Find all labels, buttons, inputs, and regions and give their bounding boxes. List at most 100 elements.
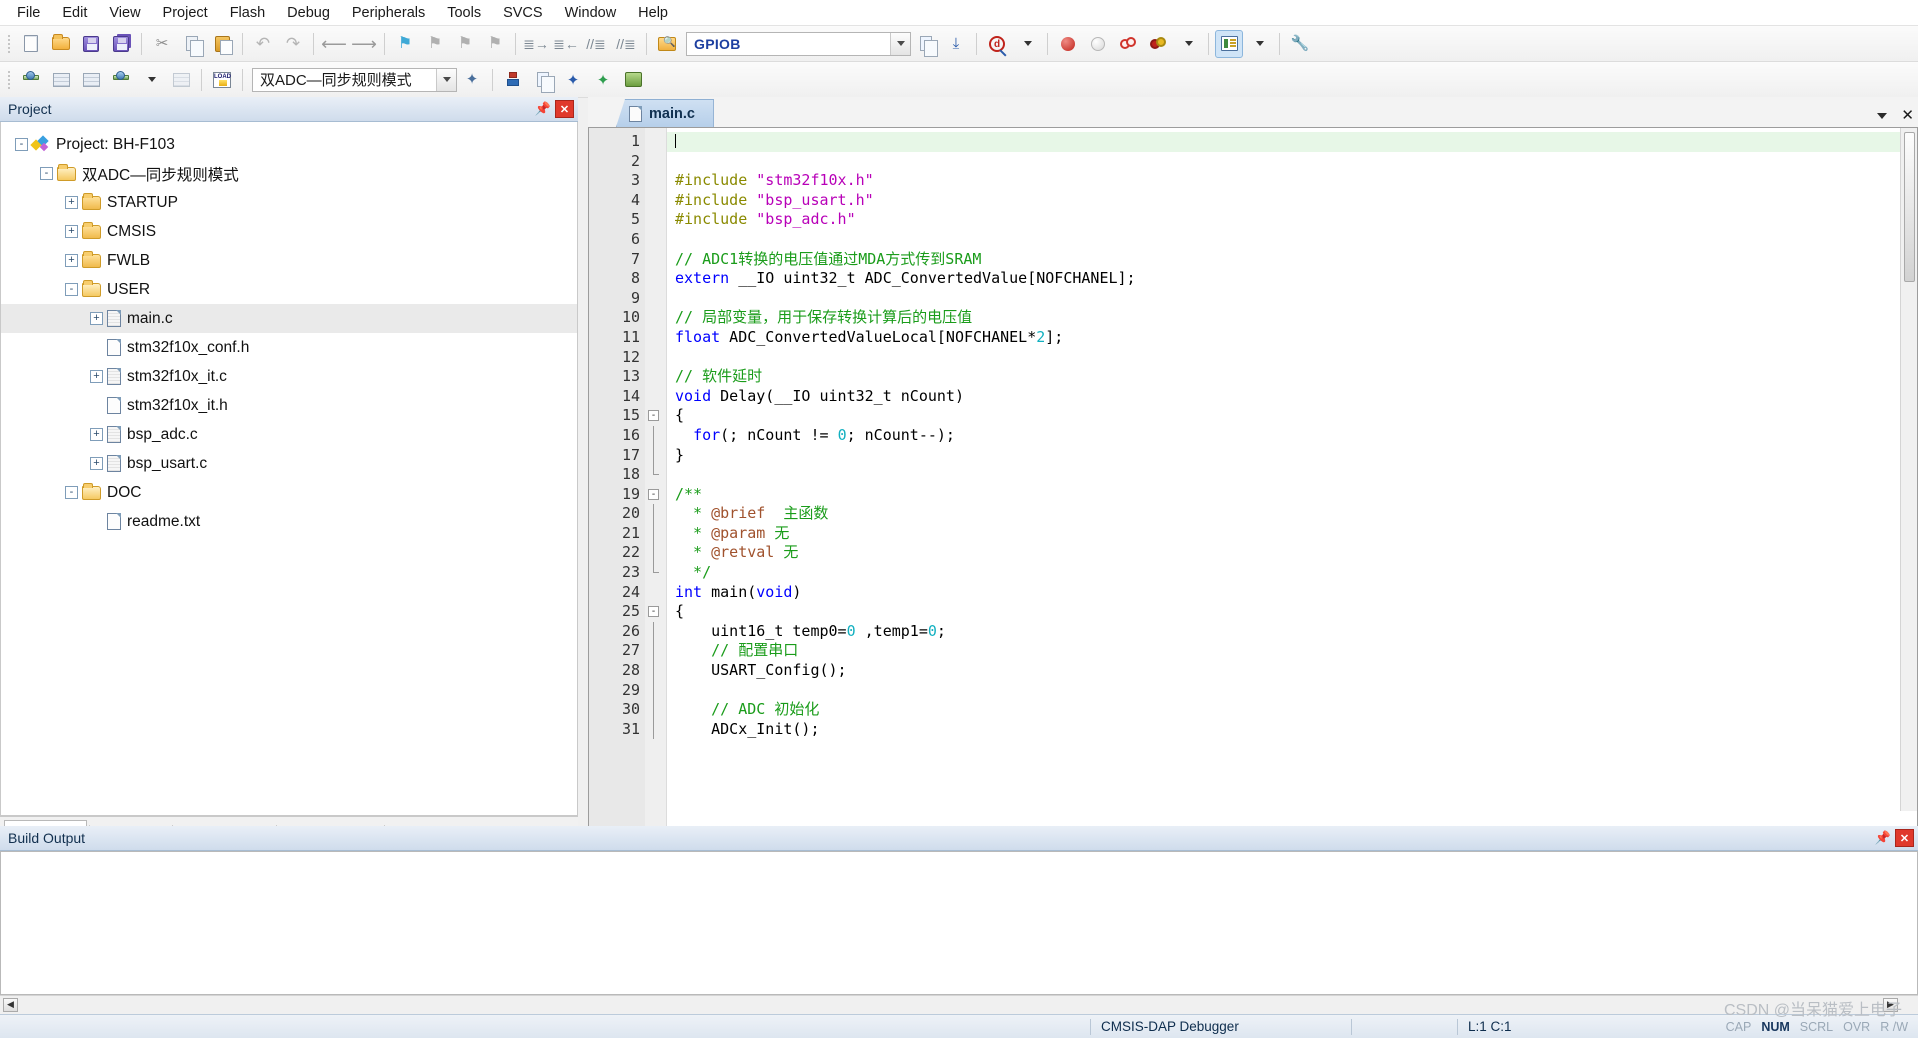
code-line[interactable] [667, 465, 1917, 485]
menu-item-svcs[interactable]: SVCS [492, 2, 554, 24]
pack-installer-icon[interactable]: ✦ [559, 66, 587, 94]
code-lines[interactable]: #include "stm32f10x.h"#include "bsp_usar… [667, 128, 1917, 828]
code-editor[interactable]: 1234567891011121314151617181920212223242… [588, 127, 1918, 846]
tree-item[interactable]: -双ADC—同步规则模式 [1, 159, 577, 188]
pin-icon[interactable]: 📌 [534, 100, 552, 118]
bookmark-toggle-icon[interactable]: ⚑ [391, 30, 419, 58]
configure-target-icon[interactable]: 🔧 [1286, 30, 1314, 58]
code-line[interactable]: } [667, 446, 1917, 466]
multi-project-icon[interactable] [529, 66, 557, 94]
fold-column[interactable]: - - - [645, 128, 667, 828]
build-output-text[interactable] [0, 851, 1918, 995]
collapse-toggle-icon[interactable]: - [40, 167, 53, 180]
code-line[interactable]: // 软件延时 [667, 367, 1917, 387]
cut-icon[interactable]: ✂ [148, 30, 176, 58]
expand-toggle-icon[interactable]: + [65, 225, 78, 238]
fold-marker[interactable]: - [645, 485, 666, 505]
tree-item[interactable]: +CMSIS [1, 217, 577, 246]
save-icon[interactable] [77, 30, 105, 58]
chevron-down-icon[interactable] [1013, 30, 1041, 58]
manage-run-time-env-icon[interactable] [499, 66, 527, 94]
close-icon[interactable]: ✕ [555, 100, 574, 118]
navigate-forward-icon[interactable]: ⟶ [350, 30, 378, 58]
code-line[interactable]: */ [667, 563, 1917, 583]
code-line[interactable]: * @brief 主函数 [667, 504, 1917, 524]
tree-item[interactable]: +FWLB [1, 246, 577, 275]
code-line[interactable]: int main(void) [667, 583, 1917, 603]
collapse-toggle-icon[interactable]: - [65, 283, 78, 296]
chevron-down-icon[interactable] [137, 66, 165, 94]
menu-item-project[interactable]: Project [152, 2, 219, 24]
collapse-toggle-icon[interactable]: - [65, 486, 78, 499]
menu-item-file[interactable]: File [6, 2, 51, 24]
menu-item-flash[interactable]: Flash [219, 2, 276, 24]
cmsis-config-icon[interactable]: ✦ [589, 66, 617, 94]
navigate-back-icon[interactable]: ⟵ [320, 30, 348, 58]
chevron-down-icon[interactable] [890, 33, 910, 55]
code-area[interactable]: 1234567891011121314151617181920212223242… [589, 128, 1917, 828]
close-icon[interactable]: ✕ [1901, 108, 1914, 123]
code-line[interactable] [667, 348, 1917, 368]
menu-item-edit[interactable]: Edit [51, 2, 98, 24]
collapse-toggle-icon[interactable]: - [15, 138, 28, 151]
fold-marker[interactable]: - [645, 406, 666, 426]
stop-build-icon[interactable] [167, 66, 195, 94]
indent-left-icon[interactable]: ≣← [552, 30, 580, 58]
project-tree[interactable]: -Project: BH-F103-双ADC—同步规则模式+STARTUP+CM… [0, 122, 578, 816]
chevron-down-icon[interactable] [1245, 30, 1273, 58]
tree-item[interactable]: stm32f10x_it.h [1, 391, 577, 420]
copy-icon[interactable] [178, 30, 206, 58]
code-line[interactable] [667, 681, 1917, 701]
toolbar-grip[interactable] [5, 67, 13, 93]
disable-all-breakpoints-icon[interactable] [1114, 30, 1142, 58]
tree-item[interactable]: +STARTUP [1, 188, 577, 217]
insert-breakpoint-icon[interactable] [1054, 30, 1082, 58]
tree-item[interactable]: +bsp_usart.c [1, 449, 577, 478]
code-line[interactable]: // ADC1转换的电压值通过MDA方式传到SRAM [667, 250, 1917, 270]
code-line[interactable] [667, 132, 1917, 152]
download-icon[interactable]: LOAD [208, 66, 236, 94]
target-select-combo[interactable]: 双ADC—同步规则模式 [252, 68, 457, 92]
tree-item[interactable]: +bsp_adc.c [1, 420, 577, 449]
indent-right-icon[interactable]: ≣→ [522, 30, 550, 58]
manage-window-layout-icon[interactable] [1215, 30, 1243, 58]
bookmark-clear-icon[interactable]: ⚑ [481, 30, 509, 58]
rebuild-all-icon[interactable] [77, 66, 105, 94]
code-line[interactable]: float ADC_ConvertedValueLocal[NOFCHANEL*… [667, 328, 1917, 348]
expand-toggle-icon[interactable]: + [90, 428, 103, 441]
chevron-down-icon[interactable] [436, 69, 456, 91]
code-line[interactable]: // 配置串口 [667, 641, 1917, 661]
build-icon[interactable] [47, 66, 75, 94]
menu-item-debug[interactable]: Debug [276, 2, 341, 24]
tree-item[interactable]: -USER [1, 275, 577, 304]
expand-toggle-icon[interactable]: + [90, 457, 103, 470]
tree-item[interactable]: +main.c [1, 304, 577, 333]
find-in-files-icon[interactable] [653, 30, 681, 58]
menu-item-window[interactable]: Window [554, 2, 628, 24]
tree-item[interactable]: readme.txt [1, 507, 577, 536]
debug-query-icon[interactable]: d [983, 30, 1011, 58]
target-options-icon[interactable]: ✦ [458, 66, 486, 94]
menu-item-help[interactable]: Help [627, 2, 679, 24]
editor-vertical-scrollbar[interactable] [1900, 128, 1917, 811]
chevron-down-icon[interactable] [1174, 30, 1202, 58]
tree-item[interactable]: stm32f10x_conf.h [1, 333, 577, 362]
tree-item[interactable]: -DOC [1, 478, 577, 507]
batch-build-icon[interactable] [107, 66, 135, 94]
translate-icon[interactable] [17, 66, 45, 94]
save-all-icon[interactable] [107, 30, 135, 58]
code-line[interactable] [667, 152, 1917, 172]
code-line[interactable] [667, 230, 1917, 250]
expand-toggle-icon[interactable]: + [90, 370, 103, 383]
expand-toggle-icon[interactable]: + [65, 196, 78, 209]
comment-icon[interactable]: //≣ [582, 30, 610, 58]
expand-toggle-icon[interactable]: + [65, 254, 78, 267]
pin-icon[interactable]: 📌 [1874, 829, 1892, 847]
open-folder-icon[interactable] [47, 30, 75, 58]
code-line[interactable]: #include "stm32f10x.h" [667, 171, 1917, 191]
chevron-down-icon[interactable] [1877, 113, 1887, 119]
insert-symbol-icon[interactable]: ⤓ [942, 30, 970, 58]
fold-marker[interactable]: - [645, 602, 666, 622]
new-file-icon[interactable] [17, 30, 45, 58]
code-line[interactable]: /** [667, 485, 1917, 505]
